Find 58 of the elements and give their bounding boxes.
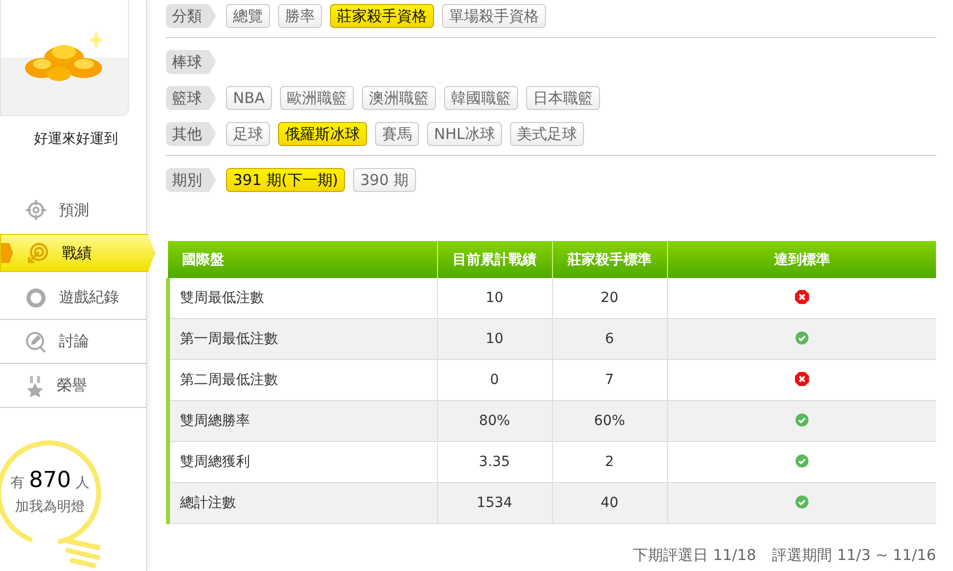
user-name: 好運來好運到	[33, 130, 119, 148]
table-cell: 總計注數	[180, 495, 236, 511]
evaluation-period: 評選期間 11/3 ~ 11/16	[772, 546, 936, 565]
table-cell: 6	[605, 331, 614, 347]
filter-option[interactable]: 歐洲職籃	[280, 86, 354, 110]
filter-option[interactable]: NBA	[226, 86, 272, 110]
nav-item[interactable]: 遊戲紀錄	[0, 276, 146, 320]
nav-item[interactable]: 預測	[0, 188, 146, 232]
table-cell: 0	[490, 372, 499, 388]
filter-option[interactable]: 美式足球	[510, 122, 584, 146]
filter-option[interactable]: 單場殺手資格	[442, 4, 546, 28]
target-icon	[26, 242, 50, 264]
filter-option[interactable]: 日本職籃	[526, 86, 600, 110]
category-label: 其他	[166, 122, 216, 146]
table-cell: 10	[486, 290, 504, 306]
category-label: 籃球	[166, 86, 216, 110]
next-evaluation-date: 下期評選日 11/18	[633, 546, 756, 565]
nav-item[interactable]: 榮譽	[0, 364, 146, 408]
filter-option[interactable]: 勝率	[278, 4, 322, 28]
filter-option[interactable]: 足球	[226, 122, 270, 146]
table-cell: 3.35	[478, 454, 510, 470]
filter-option[interactable]: 韓國職籃	[444, 86, 518, 110]
table-cell: 第二周最低注數	[180, 372, 278, 388]
category-label: 分類	[166, 4, 216, 28]
table-cell: 第一周最低注數	[180, 331, 278, 347]
category-label: 棒球	[166, 50, 216, 74]
fan-caption: 加我為明燈	[14, 498, 86, 516]
filter-option[interactable]: 391 期(下一期)	[226, 168, 346, 192]
nav-item[interactable]: 討論	[0, 320, 146, 364]
table-cell: 1534	[476, 495, 512, 511]
table-cell: 40	[600, 495, 618, 511]
table-cell: 雙周最低注數	[180, 290, 264, 306]
crosshair-icon	[25, 199, 47, 221]
column-header: 莊家殺手標準	[568, 252, 652, 268]
filter-option[interactable]: 澳洲職籃	[362, 86, 436, 110]
ring-icon	[25, 286, 47, 308]
column-header: 國際盤	[182, 252, 224, 268]
table-cell: 80%	[478, 413, 510, 429]
filter-option[interactable]: 賽馬	[375, 122, 419, 146]
column-header: 達到標準	[774, 252, 830, 268]
filter-option[interactable]: 俄羅斯冰球	[278, 122, 367, 146]
filter-option[interactable]: 390 期	[353, 168, 416, 192]
medal-icon	[25, 374, 45, 396]
column-header: 目前累計戰績	[452, 252, 536, 268]
fan-count: 有 870 人	[10, 468, 90, 493]
table-cell: 10	[486, 331, 504, 347]
table-cell: 60%	[594, 413, 626, 429]
nav-item[interactable]: 戰績	[0, 234, 155, 272]
table-cell: 雙周總勝率	[180, 413, 250, 429]
table-cell: 2	[605, 454, 614, 470]
table-cell: 20	[600, 290, 618, 306]
chat-pencil-icon	[25, 330, 47, 352]
category-label: 期別	[166, 168, 216, 192]
filter-option[interactable]: NHL冰球	[427, 122, 502, 146]
filter-option[interactable]: 莊家殺手資格	[330, 4, 434, 28]
table-cell: 7	[605, 372, 614, 388]
table-cell: 雙周總獲利	[180, 454, 250, 470]
filter-option[interactable]: 總覽	[226, 4, 270, 28]
